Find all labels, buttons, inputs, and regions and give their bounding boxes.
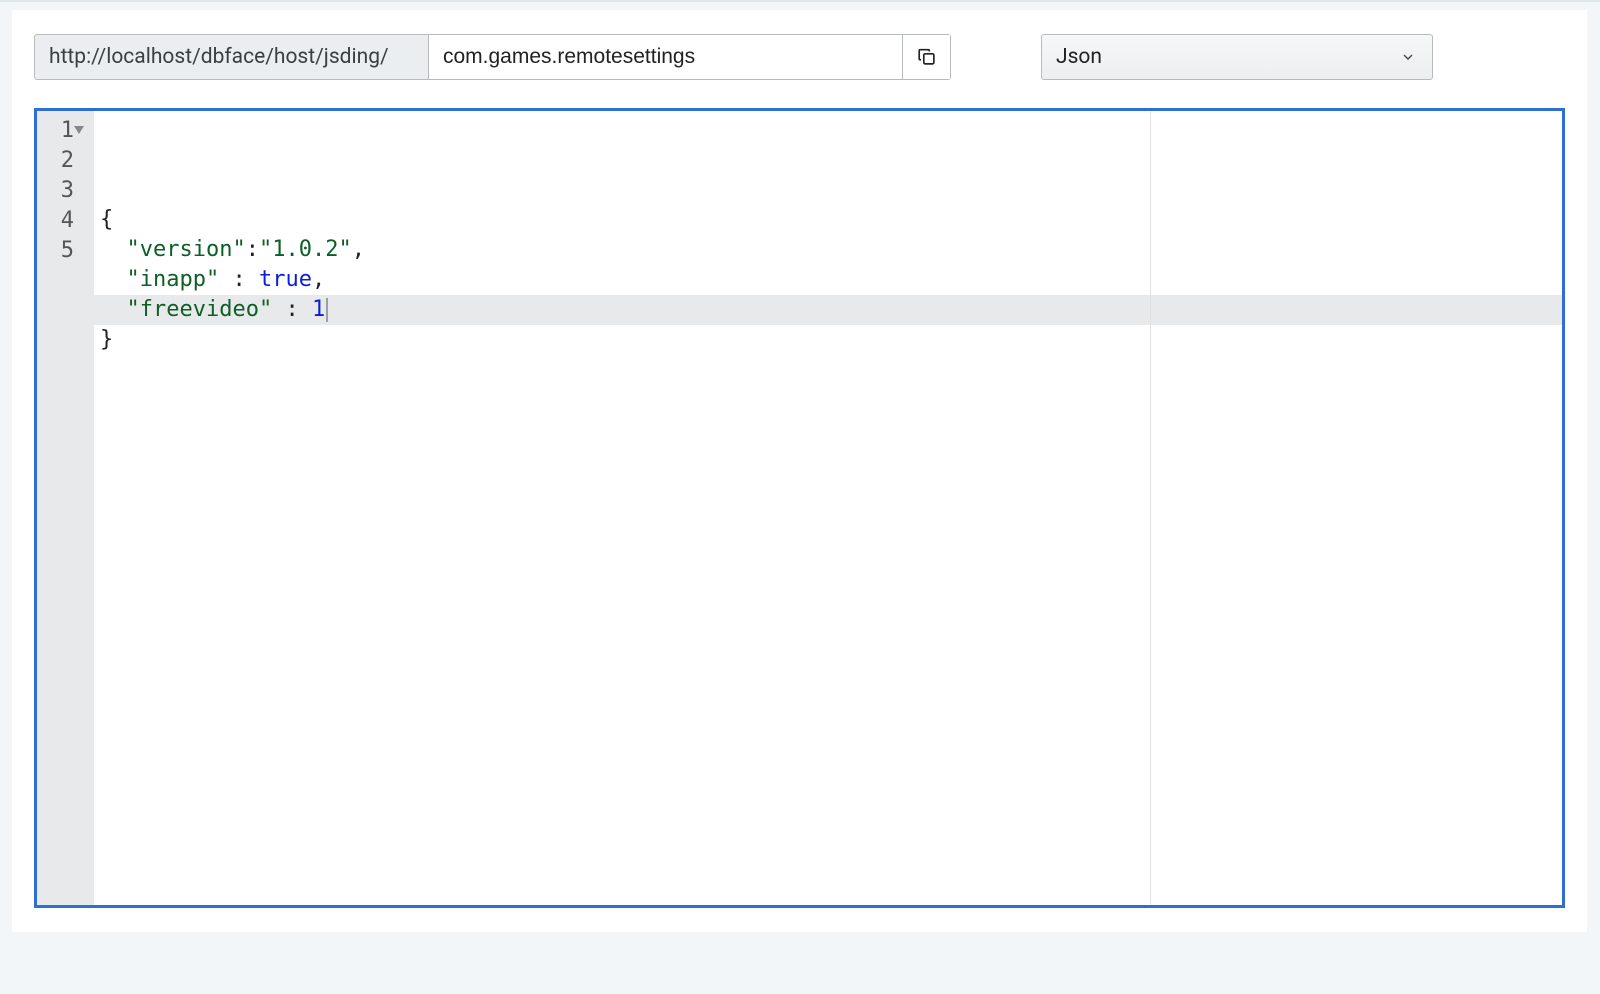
copy-button[interactable] xyxy=(902,35,950,79)
fold-toggle-icon[interactable] xyxy=(74,126,84,134)
gutter-line: 1 xyxy=(37,115,94,145)
code-line[interactable]: "inapp" : true, xyxy=(100,265,1562,295)
toolbar: http://localhost/dbface/host/jsding/ Jso… xyxy=(34,34,1565,80)
code-line[interactable]: "freevideo" : 1 xyxy=(94,295,1562,325)
gutter-line: 2 xyxy=(37,145,94,175)
format-select[interactable]: Json xyxy=(1041,34,1433,80)
url-input-group xyxy=(429,34,951,80)
format-select-value: Json xyxy=(1056,45,1102,69)
print-margin-ruler xyxy=(1150,111,1151,905)
code-line[interactable]: "version":"1.0.2", xyxy=(100,235,1562,265)
copy-icon xyxy=(916,46,938,68)
main-panel: http://localhost/dbface/host/jsding/ Jso… xyxy=(12,10,1587,932)
gutter-line: 5 xyxy=(37,235,94,265)
code-line[interactable]: } xyxy=(100,325,1562,355)
editor-code-area[interactable]: { "version":"1.0.2", "inapp" : true, "fr… xyxy=(94,111,1562,905)
text-cursor xyxy=(326,298,328,322)
chevron-down-icon xyxy=(1400,49,1416,65)
gutter-line: 3 xyxy=(37,175,94,205)
slug-input[interactable] xyxy=(429,35,902,79)
gutter-line: 4 xyxy=(37,205,94,235)
code-line[interactable]: { xyxy=(100,205,1562,235)
code-editor[interactable]: 12345 { "version":"1.0.2", "inapp" : tru… xyxy=(34,108,1565,908)
url-prefix-label: http://localhost/dbface/host/jsding/ xyxy=(34,34,429,80)
editor-gutter: 12345 xyxy=(37,111,94,905)
